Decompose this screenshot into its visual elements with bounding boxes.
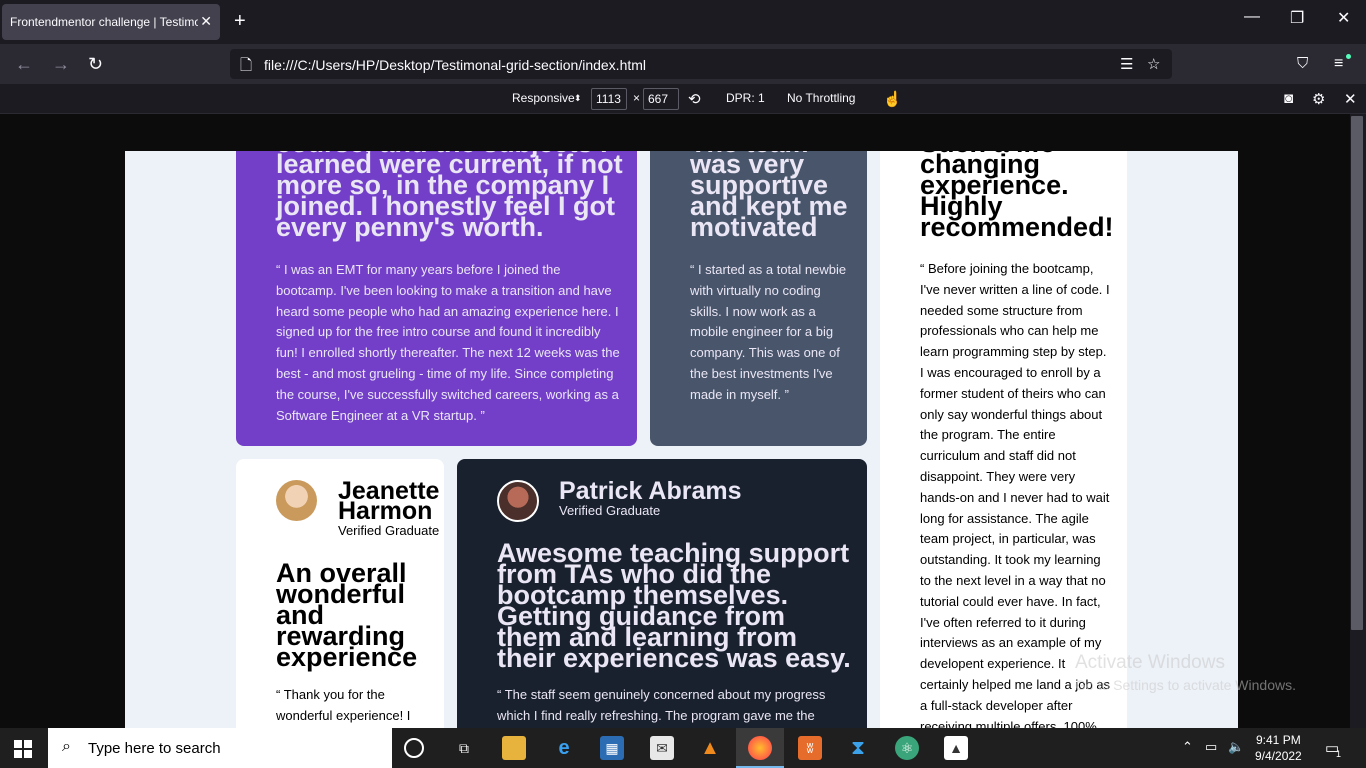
forward-icon[interactable]: → [52, 54, 70, 74]
minimize-icon[interactable]: — [1244, 8, 1260, 26]
tab-strip: Frontendmentor challenge | Testimonial g… [0, 0, 1366, 44]
battery-icon[interactable]: ▭ [1205, 739, 1217, 755]
activation-watermark-title: Activate Windows [1075, 652, 1225, 673]
testimonial-card-patrick: Patrick Abrams Verified Graduate Awesome… [457, 459, 867, 728]
photos-icon[interactable]: ▲ [944, 736, 968, 760]
avatar [276, 480, 317, 521]
close-window-icon[interactable]: ✕ [1337, 8, 1350, 28]
firefox-icon[interactable] [748, 736, 772, 760]
dimension-separator: × [633, 91, 641, 105]
rotate-icon[interactable]: ⟲ [688, 90, 701, 108]
testimonial-body: “ Thank you for the wonderful experience… [276, 687, 411, 723]
volume-icon[interactable]: 🔈 [1228, 739, 1244, 755]
mail-icon[interactable]: ✉ [650, 736, 674, 760]
new-tab-icon[interactable]: + [234, 10, 246, 32]
edge-icon[interactable]: e [552, 736, 576, 760]
testimonial-headline: course, and the subjects I learned were … [276, 151, 623, 242]
windows-taskbar: ⌕ Type here to search ⧉ e ▦ ✉ ▲ ʬ ⧗ ⚛ ▲ … [0, 728, 1366, 768]
dpr-selector[interactable]: DPR: 1 [726, 91, 765, 105]
responsive-design-toolbar: Responsive ⬍ 1113 × 667 ⟲ DPR: 1 No Thro… [0, 84, 1366, 114]
bookmark-star-icon[interactable]: ☆ [1147, 55, 1160, 73]
testimonial-headline: The team was very supportive and kept me… [690, 151, 848, 242]
chevron-down-icon: ⬍ [574, 93, 582, 103]
viewport-width-input[interactable]: 1113 [591, 88, 627, 110]
testimonial-headline: Awesome teaching support from TAs who di… [497, 538, 851, 673]
screenshot-icon[interactable]: ◙ [1284, 90, 1293, 107]
xampp-icon[interactable]: ʬ [798, 736, 822, 760]
system-clock[interactable]: 9:41 PM 9/4/2022 [1255, 732, 1302, 764]
taskbar-search-box[interactable]: ⌕ Type here to search [48, 728, 392, 768]
reload-icon[interactable]: ↻ [88, 54, 103, 74]
close-tab-icon[interactable]: ✕ [200, 13, 212, 30]
page-content: course, and the subjects I learned were … [125, 151, 1238, 728]
clock-date: 9/4/2022 [1255, 749, 1302, 763]
url-bar[interactable]: 🗋 file:///C:/Users/HP/Desktop/Testimonal… [230, 49, 1172, 79]
testimonial-body: “ The staff seem genuinely concerned abo… [497, 687, 826, 723]
settings-gear-icon[interactable]: ⚙ [1312, 90, 1325, 108]
search-icon: ⌕ [62, 738, 71, 755]
search-placeholder: Type here to search [88, 739, 221, 757]
person-name: Jeanette Harmon [338, 477, 440, 525]
close-rdm-icon[interactable]: ✕ [1344, 90, 1357, 108]
device-selector[interactable]: Responsive [512, 91, 575, 105]
windows-start-icon[interactable] [14, 740, 32, 758]
viewport-height-input[interactable]: 667 [643, 88, 679, 110]
touch-simulation-icon[interactable]: ☝ [883, 90, 902, 108]
restore-icon[interactable]: ❐ [1290, 8, 1304, 28]
menu-icon[interactable]: ≡ [1334, 54, 1343, 74]
task-view-icon[interactable]: ⧉ [452, 736, 476, 760]
testimonial-body: “ I started as a total newbie with virtu… [690, 262, 847, 402]
person-role: Verified Graduate [559, 503, 661, 518]
browser-tab[interactable]: Frontendmentor challenge | Testimonial g… [2, 4, 220, 40]
person-role: Verified Graduate [338, 523, 440, 538]
clock-time: 9:41 PM [1256, 733, 1301, 747]
update-dot [1346, 54, 1351, 59]
pocket-icon[interactable]: ⛉ [1297, 54, 1308, 74]
testimonial-card-jonathan: The team was very supportive and kept me… [650, 151, 867, 446]
page-icon: 🗋 [240, 57, 253, 74]
testimonial-card-kira: Such a life changing experience. Highly … [880, 151, 1127, 728]
person-name: Patrick Abrams [559, 477, 742, 505]
testimonial-body: “ I was an EMT for many years before I j… [276, 262, 620, 423]
testimonial-card-jeanette: Jeanette Harmon Verified Graduate An ove… [236, 459, 444, 728]
vlc-icon[interactable]: ▲ [698, 736, 722, 760]
back-icon[interactable]: ← [15, 54, 33, 74]
throttling-selector[interactable]: No Throttling [787, 91, 855, 105]
testimonial-headline: An overall wonderful and rewarding exper… [276, 558, 418, 672]
navigation-toolbar: ← → ↻ 🗋 file:///C:/Users/HP/Desktop/Test… [0, 44, 1366, 84]
reader-view-icon[interactable]: ☰ [1120, 55, 1133, 73]
notification-count: 1 [1336, 749, 1342, 759]
store-icon[interactable]: ▦ [600, 736, 624, 760]
vscode-icon[interactable]: ⧗ [846, 736, 870, 760]
url-text[interactable]: file:///C:/Users/HP/Desktop/Testimonal-g… [264, 57, 646, 73]
scrollbar-thumb[interactable] [1351, 116, 1363, 630]
testimonial-headline: Such a life changing experience. Highly … [920, 151, 1114, 242]
tab-title: Frontendmentor challenge | Testimonial g… [10, 15, 198, 29]
cortana-icon[interactable] [404, 738, 424, 758]
testimonial-card-daniel: course, and the subjects I learned were … [236, 151, 637, 446]
atom-icon[interactable]: ⚛ [895, 736, 919, 760]
tray-chevron-up-icon[interactable]: ⌃ [1182, 739, 1193, 755]
avatar [497, 480, 539, 522]
file-explorer-icon[interactable] [502, 736, 526, 760]
activation-watermark-subtitle: Go to Settings to activate Windows. [1075, 677, 1296, 693]
